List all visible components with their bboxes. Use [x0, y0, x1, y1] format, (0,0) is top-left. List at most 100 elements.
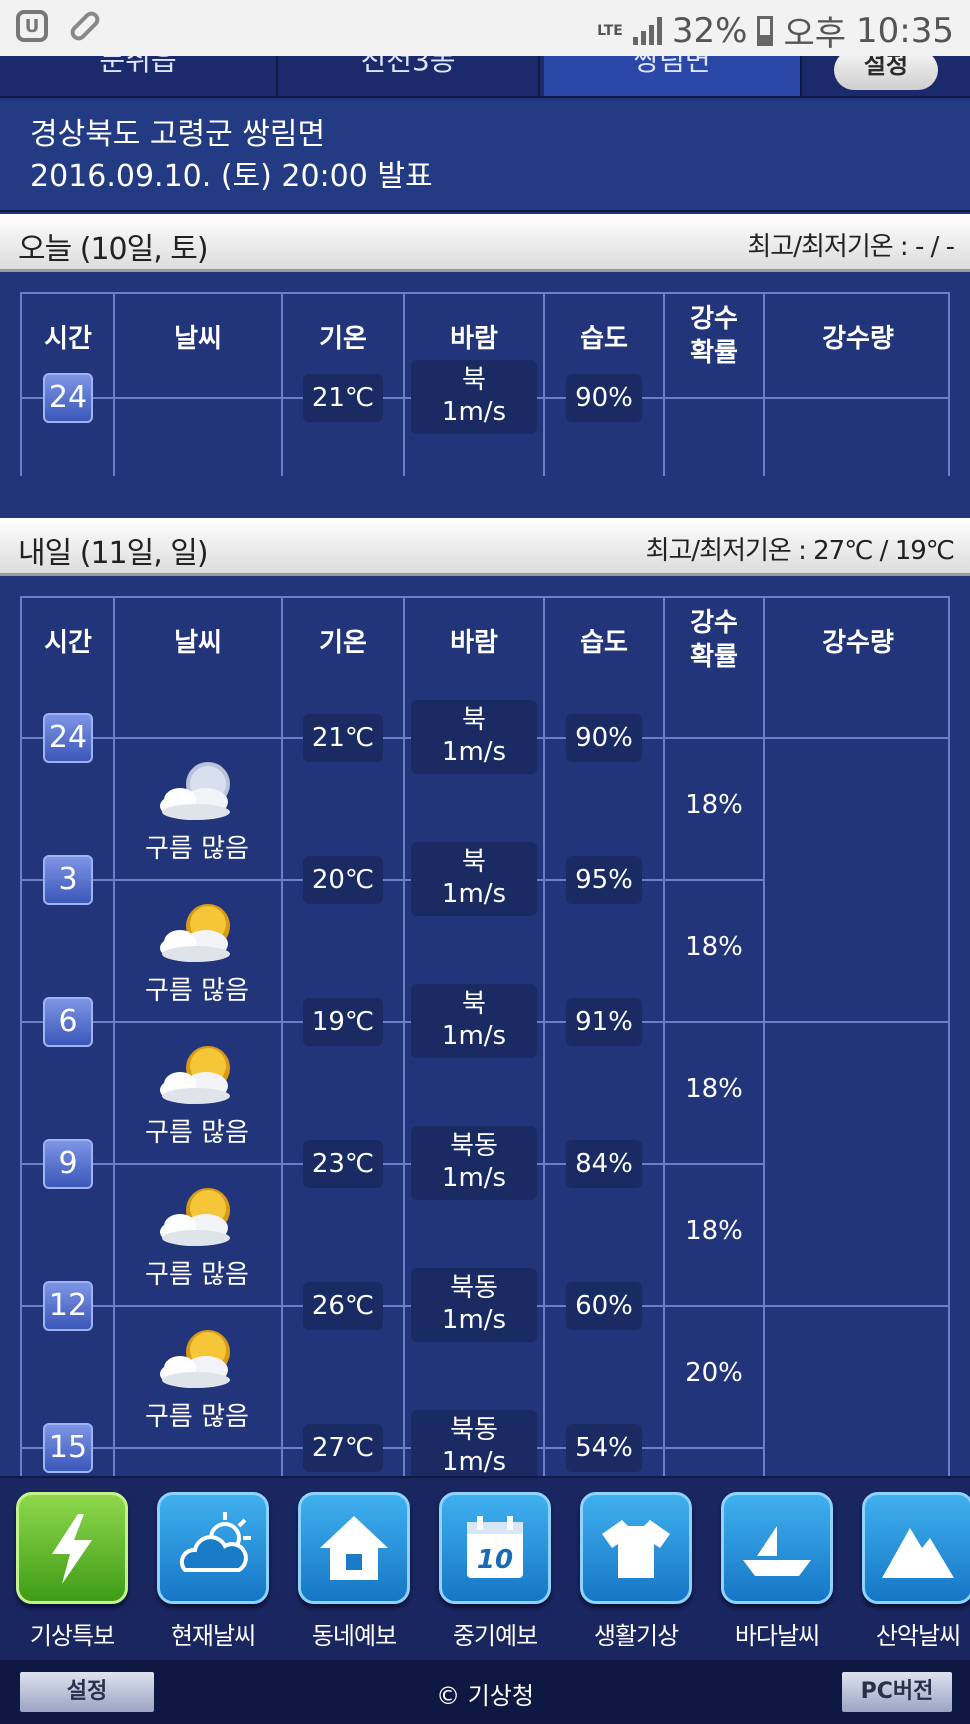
battery-icon: [757, 15, 774, 46]
today-title: 오늘 (10일, 토): [18, 232, 209, 267]
weather-label: 구름 많음: [145, 1118, 249, 1148]
app-notification-icon: U: [16, 10, 48, 42]
precip-probability: 18%: [685, 1216, 743, 1246]
nav-label: 동네예보: [311, 1622, 397, 1650]
probability-interval-line: [664, 1447, 764, 1449]
partly-cloudy-icon: [150, 894, 246, 974]
nav-label: 바다날씨: [734, 1622, 820, 1650]
wind-speed: 1m/s: [441, 1021, 507, 1051]
temperature-value: 27℃: [303, 1424, 383, 1472]
today-forecast-table: 시간 날씨 기온 바람 습도 강수 확률 강수량 24 21℃ 북 1m/s 90%: [20, 292, 950, 476]
wind-value: 북동 1m/s: [411, 1410, 537, 1476]
nav-item-house[interactable]: 동네예보: [294, 1492, 414, 1651]
temperature-value: 19℃: [303, 998, 383, 1046]
weather-label: 구름 많음: [145, 1402, 249, 1432]
nav-item-sun-cloud[interactable]: 현재날씨: [153, 1492, 273, 1651]
column-header-humidity: 습도: [580, 324, 628, 354]
hour-badge: 6: [43, 997, 93, 1047]
hour-badge: 9: [43, 1139, 93, 1189]
column-header-precip-prob: 강수 확률: [664, 606, 764, 674]
house-icon: [298, 1492, 410, 1604]
tab-region-3[interactable]: 쌍림면: [544, 56, 802, 96]
nav-item-calendar[interactable]: 10 중기예보: [435, 1492, 555, 1651]
battery-percent: 32%: [671, 10, 748, 51]
wind-direction: 북동: [450, 1273, 498, 1303]
merged-cell-cover: [765, 1162, 948, 1166]
clock-period: 오후: [783, 14, 847, 54]
header-prob-line2: 확률: [690, 338, 738, 368]
wind-value: 북 1m/s: [411, 360, 537, 434]
wind-direction: 북: [462, 705, 486, 735]
temperature-value: 20℃: [303, 856, 383, 904]
column-header-weather: 날씨: [174, 324, 222, 354]
boat-icon: [721, 1492, 833, 1604]
precip-probability: 20%: [685, 1358, 743, 1388]
precip-probability: 18%: [685, 1074, 743, 1104]
humidity-value: 54%: [566, 1424, 642, 1472]
tab-region-2[interactable]: 진천3동: [278, 56, 540, 96]
wind-speed: 1m/s: [441, 1163, 507, 1193]
column-header-precip-prob: 강수확률: [664, 302, 764, 370]
settings-button-top[interactable]: 설정: [834, 56, 938, 90]
nav-label: 현재날씨: [170, 1622, 256, 1650]
pc-version-button[interactable]: PC버전: [842, 1672, 952, 1712]
precip-probability: 18%: [685, 932, 743, 962]
tomorrow-header: 내일 (11일, 일) 최고/최저기온 : 27℃ / 19℃: [0, 518, 970, 576]
temperature-value: 23℃: [303, 1140, 383, 1188]
temperature-value: 26℃: [303, 1282, 383, 1330]
column-divider: [281, 598, 283, 1476]
bottom-navigation: 기상특보 현재날씨 동네예보 10 중기예보 생활기상 바다날씨 산악날씨: [0, 1476, 970, 1660]
probability-interval-line: [664, 1021, 764, 1023]
merged-cell-cover: [765, 1446, 948, 1450]
column-header-time: 시간: [44, 628, 92, 658]
column-header-wind: 바람: [450, 628, 498, 658]
hour-badge: 24: [43, 373, 93, 423]
humidity-value: 60%: [566, 1282, 642, 1330]
wind-value: 북동 1m/s: [411, 1126, 537, 1200]
temperature-value: 21℃: [303, 714, 383, 762]
wind-direction: 북: [462, 989, 486, 1019]
partly-cloudy-icon: [150, 1320, 246, 1400]
header-prob-line1: 강수: [690, 304, 738, 334]
weather-label: 구름 많음: [145, 976, 249, 1006]
header-prob-line1: 강수: [690, 608, 738, 638]
partly-cloudy-icon: [150, 1036, 246, 1116]
column-header-time: 시간: [44, 324, 92, 354]
hour-badge: 3: [43, 855, 93, 905]
humidity-value: 84%: [566, 1140, 642, 1188]
location-name: 경상북도 고령군 쌍림면: [30, 117, 326, 152]
today-header: 오늘 (10일, 토) 최고/최저기온 : - / -: [0, 214, 970, 272]
column-header-temp: 기온: [319, 628, 367, 658]
wind-value: 북 1m/s: [411, 842, 537, 916]
region-tabs: 문쥐읍 진천3동 쌍림면 설정: [0, 56, 970, 98]
column-divider: [113, 598, 115, 1476]
status-bar: U LTE 32% 오후 10:35: [0, 0, 970, 56]
column-header-weather: 날씨: [174, 628, 222, 658]
probability-interval-line: [664, 1163, 764, 1165]
nav-item-shirt[interactable]: 생활기상: [576, 1492, 696, 1651]
column-divider: [663, 598, 665, 1476]
hour-badge: 15: [43, 1423, 93, 1473]
nav-item-mountain[interactable]: 산악날씨: [858, 1492, 970, 1651]
column-header-amount: 강수량: [822, 324, 894, 354]
wind-speed: 1m/s: [441, 397, 507, 427]
nav-item-boat[interactable]: 바다날씨: [717, 1492, 837, 1651]
copyright: © 기상청: [436, 1682, 534, 1710]
humidity-value: 90%: [566, 714, 642, 762]
humidity-value: 90%: [566, 374, 642, 422]
cloudy-night-icon: [150, 752, 246, 832]
tomorrow-forecast-table: 시간 날씨 기온 바람 습도 강수 확률 강수량 24 21℃ 북 1m/s 90% 3 20℃ 북 1m/s 9…: [20, 596, 950, 1476]
nav-label: 생활기상: [593, 1622, 679, 1650]
column-divider: [763, 598, 765, 1476]
humidity-value: 91%: [566, 998, 642, 1046]
wind-speed: 1m/s: [441, 879, 507, 909]
nav-item-lightning[interactable]: 기상특보: [12, 1492, 132, 1651]
tomorrow-maxmin: 최고/최저기온 : 27℃ / 19℃: [645, 536, 955, 566]
merged-cell-cover: [765, 878, 948, 882]
column-divider: [403, 598, 405, 1476]
calendar-icon: 10: [439, 1492, 551, 1604]
tab-region-1[interactable]: 문쥐읍: [0, 56, 278, 96]
sun-cloud-icon: [157, 1492, 269, 1604]
nav-label: 기상특보: [29, 1622, 115, 1650]
signal-icon: [632, 16, 662, 45]
